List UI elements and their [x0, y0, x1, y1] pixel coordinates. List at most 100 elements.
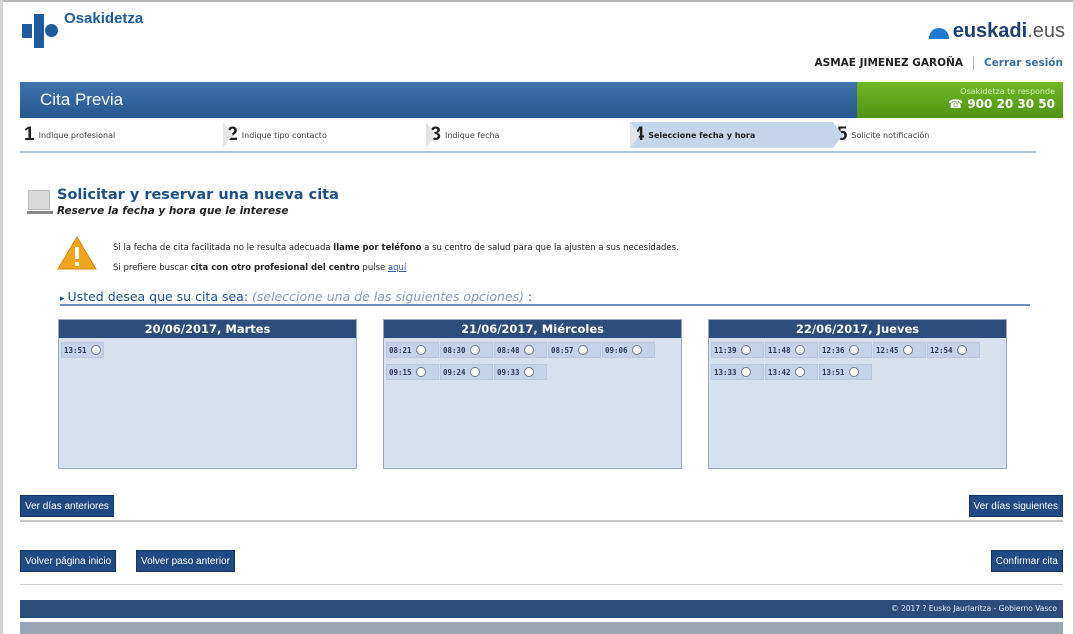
day-panel-3: 22/06/2017, Jueves 11:39 11:48 12:36 12:… — [708, 319, 1007, 469]
other-professional-link[interactable]: aquí — [388, 263, 406, 273]
triangle-right-icon: ▸ — [60, 294, 65, 304]
previous-days-button[interactable]: Ver días anteriores — [20, 495, 114, 517]
radio-button[interactable] — [90, 345, 101, 355]
phone-number-row: ☎ 900 20 30 50 — [857, 97, 1055, 111]
page-title: Cita Previa — [40, 90, 124, 109]
step-label: Indique profesional — [38, 130, 116, 140]
steps-underline — [20, 151, 1036, 153]
day-header: 20/06/2017, Martes — [59, 320, 356, 338]
radio-button[interactable] — [631, 345, 642, 355]
warning-line-2: Si prefiere buscar cita con otro profesi… — [113, 263, 407, 273]
user-bar: ASMAE JIMENEZ GAROÑA Cerrar sesión — [815, 56, 1063, 70]
radio-button[interactable] — [848, 367, 859, 377]
time-slot[interactable]: 11:48 — [765, 342, 818, 358]
options-label: Usted desea que su cita sea: — [67, 289, 249, 304]
time-slots: 08:21 08:30 08:48 08:57 09:06 09:15 09:2… — [384, 338, 681, 386]
time-slot[interactable]: 09:06 — [602, 342, 655, 358]
confirm-button[interactable]: Confirmar cita — [990, 550, 1063, 572]
time-slot[interactable]: 09:24 — [440, 364, 493, 380]
radio-button[interactable] — [956, 345, 967, 355]
radio-button[interactable] — [740, 367, 751, 377]
osakidetza-logo[interactable]: Osakidetza — [22, 10, 144, 50]
phone-number: 900 20 30 50 — [967, 97, 1055, 111]
time-slot[interactable]: 08:30 — [440, 342, 493, 358]
phone-box: Osakidetza te responde ☎ 900 20 30 50 — [857, 82, 1063, 118]
radio-button[interactable] — [794, 345, 805, 355]
time-slot[interactable]: 08:21 — [386, 342, 439, 358]
euskadi-logo[interactable]: euskadi .eus — [928, 20, 1065, 43]
day-header: 22/06/2017, Jueves — [709, 320, 1006, 338]
time-slot[interactable]: 09:33 — [494, 364, 547, 380]
time-slot[interactable]: 13:51 — [819, 364, 872, 380]
warning-line-1: Si la fecha de cita facilitada no le res… — [113, 243, 679, 253]
window-left-border — [0, 0, 3, 634]
step-arrow — [832, 122, 843, 148]
window-top-border — [0, 0, 1075, 6]
time-slot[interactable]: 09:15 — [386, 364, 439, 380]
steps-bar: 1 Indique profesional 2 Indique tipo con… — [20, 122, 1037, 148]
options-colon: : — [524, 289, 533, 304]
logout-link[interactable]: Cerrar sesión — [984, 57, 1063, 69]
home-button[interactable]: Volver página inicio — [20, 550, 117, 572]
radio-button[interactable] — [469, 345, 480, 355]
user-name: ASMAE JIMENEZ GAROÑA — [814, 57, 963, 69]
logo-text: Osakidetza — [64, 10, 144, 27]
phone-caption: Osakidetza te responde — [960, 87, 1055, 96]
time-slots: 11:39 11:48 12:36 12:45 12:54 13:33 13:4… — [709, 338, 1006, 386]
radio-button[interactable] — [523, 367, 534, 377]
time-slot[interactable]: 12:54 — [927, 342, 980, 358]
radio-button[interactable] — [794, 367, 805, 377]
step-number: 1 — [24, 124, 35, 145]
warning-icon — [57, 236, 97, 270]
time-slot[interactable]: 13:51 — [61, 342, 104, 358]
euskadi-tld: .eus — [1027, 20, 1065, 42]
step-label: Indique tipo contacto — [241, 130, 327, 140]
step-label: Seleccione fecha y hora — [648, 130, 756, 140]
next-days-button[interactable]: Ver días siguientes — [968, 495, 1063, 517]
radio-button[interactable] — [577, 345, 588, 355]
bottom-strip — [20, 622, 1063, 634]
step-arrow — [426, 122, 437, 148]
radio-button[interactable] — [740, 345, 751, 355]
time-slot[interactable]: 12:45 — [873, 342, 926, 358]
step-1: 1 Indique profesional — [20, 122, 234, 148]
calendar-icon — [27, 190, 53, 214]
time-slot[interactable]: 12:36 — [819, 342, 872, 358]
title-bar: Cita Previa — [20, 82, 857, 118]
radio-button[interactable] — [415, 345, 426, 355]
time-slots: 13:51 — [59, 338, 356, 364]
time-slot[interactable]: 08:57 — [548, 342, 601, 358]
divider — [972, 56, 974, 70]
osakidetza-logo-icon — [22, 12, 60, 50]
radio-button[interactable] — [415, 367, 426, 377]
section-subtitle: Reserve la fecha y hora que le interese — [57, 205, 289, 217]
time-slot[interactable]: 13:42 — [765, 364, 818, 380]
options-underline — [60, 304, 1030, 306]
time-slot[interactable]: 13:33 — [711, 364, 764, 380]
divider — [20, 520, 1063, 522]
section-title: Solicitar y reservar una nueva cita — [57, 187, 339, 203]
step-arrow — [629, 122, 640, 148]
phone-icon: ☎ — [948, 97, 964, 111]
step-3: 3 Indique fecha — [426, 122, 640, 148]
step-label: Solicite notificación — [851, 130, 930, 140]
options-hint: (seleccione una de las siguientes opcion… — [252, 289, 525, 304]
back-button[interactable]: Volver paso anterior — [136, 550, 235, 572]
options-heading: ▸ Usted desea que su cita sea: (seleccion… — [60, 289, 532, 304]
step-label: Indique fecha — [444, 130, 500, 140]
day-panel-1: 20/06/2017, Martes 13:51 — [58, 319, 357, 469]
time-slot[interactable]: 11:39 — [711, 342, 764, 358]
radio-button[interactable] — [902, 345, 913, 355]
euskadi-name: euskadi — [952, 20, 1028, 42]
time-slot[interactable]: 08:48 — [494, 342, 547, 358]
radio-button[interactable] — [848, 345, 859, 355]
step-5: 5 Solicite notificación — [832, 122, 1037, 148]
step-arrow — [223, 122, 234, 148]
day-header: 21/06/2017, Miércoles — [384, 320, 681, 338]
radio-button[interactable] — [469, 367, 480, 377]
warning-text: Si la fecha de cita facilitada no le res… — [113, 238, 679, 278]
step-2: 2 Indique tipo contacto — [223, 122, 437, 148]
day-panel-2: 21/06/2017, Miércoles 08:21 08:30 08:48 … — [383, 319, 682, 469]
step-4: 4 Seleccione fecha y hora — [629, 122, 843, 148]
radio-button[interactable] — [523, 345, 534, 355]
